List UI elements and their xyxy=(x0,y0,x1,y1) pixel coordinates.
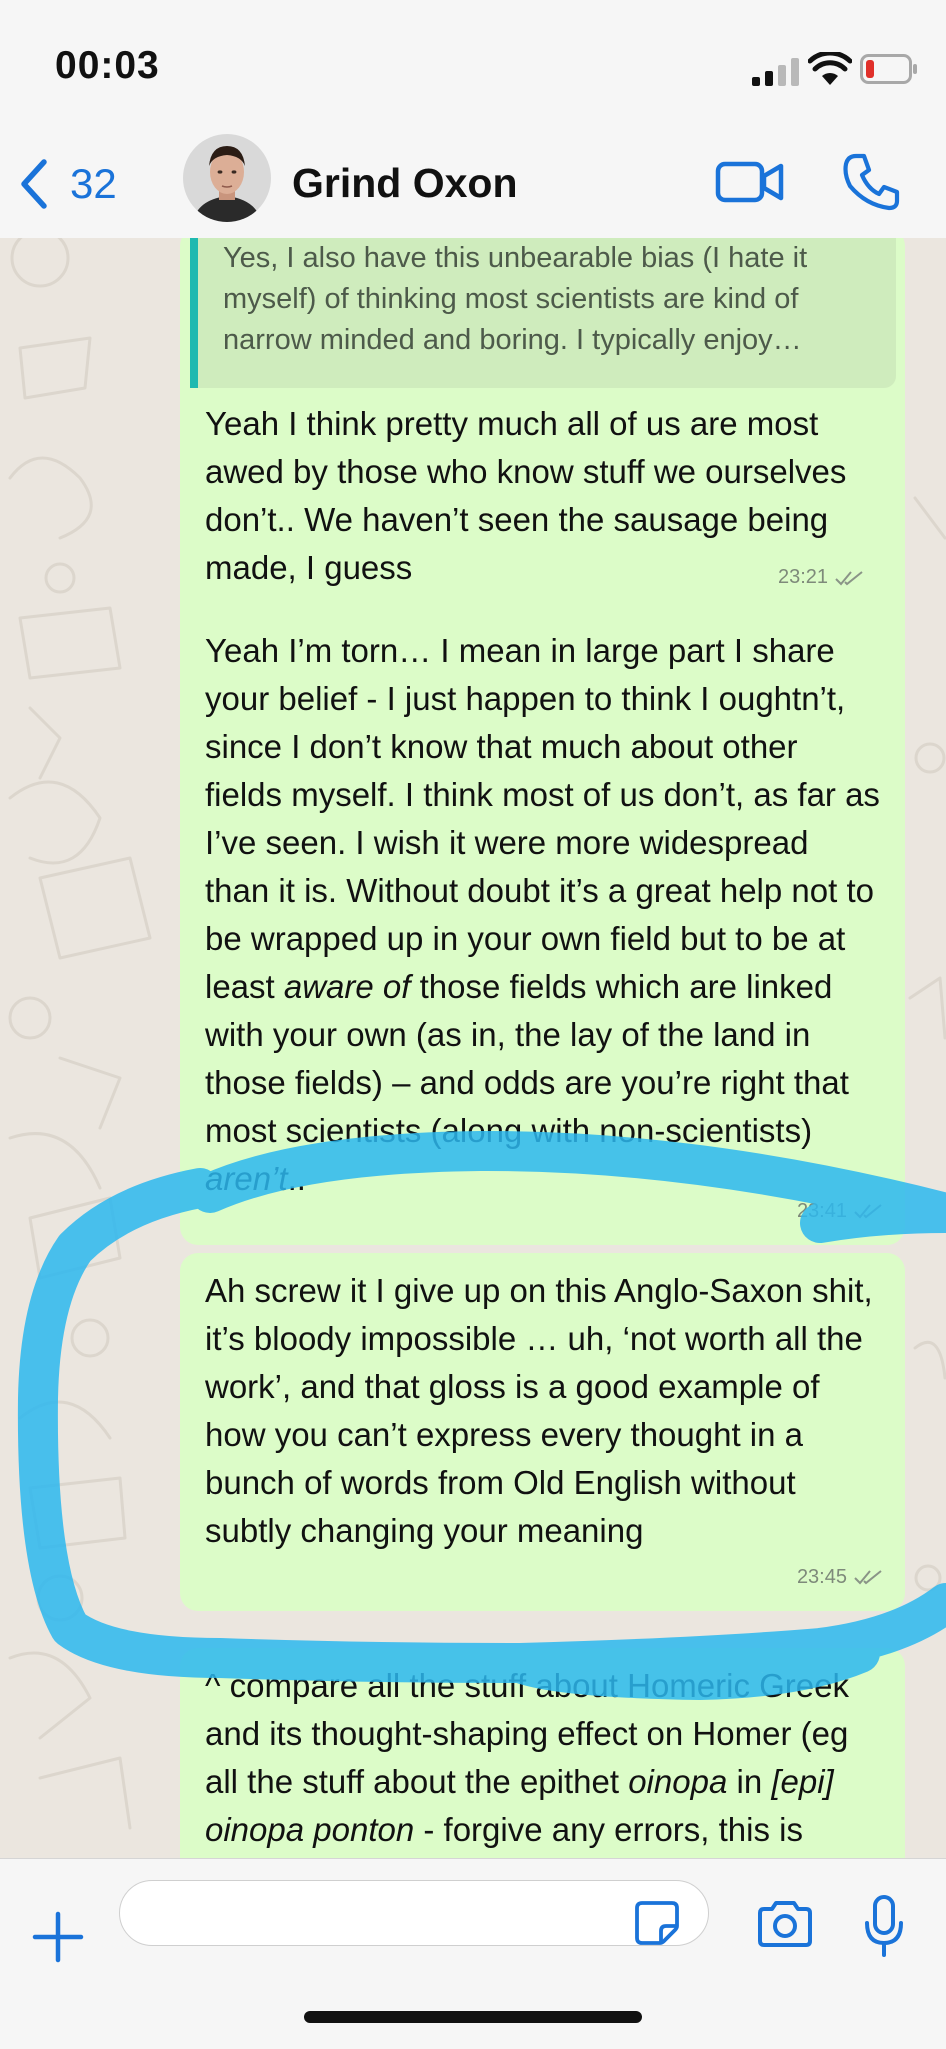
message-text-part: .. xyxy=(287,1160,306,1197)
microphone-icon[interactable] xyxy=(864,1895,904,1957)
message-input-bar xyxy=(0,1858,946,2049)
message-input[interactable] xyxy=(119,1880,709,1946)
quoted-message[interactable]: Yes, I also have this unbearable bias (I… xyxy=(190,238,896,388)
home-indicator xyxy=(304,2011,642,2023)
contact-avatar[interactable] xyxy=(183,134,271,222)
message-italic: aren’t xyxy=(205,1160,288,1197)
message-italic: aware of xyxy=(283,968,411,1005)
back-button[interactable]: 32 xyxy=(18,156,117,212)
message-text-part: Yeah I’m torn… I mean in large part I sh… xyxy=(205,632,880,1005)
message-time: 23:21 xyxy=(778,566,829,588)
read-receipt-icon xyxy=(854,1570,882,1585)
message-italic: oinopa xyxy=(628,1763,728,1800)
cellular-signal-icon xyxy=(752,58,799,86)
wifi-icon xyxy=(808,52,852,85)
message-meta: 23:41 xyxy=(797,1187,883,1235)
unread-count: 32 xyxy=(70,160,117,207)
quoted-message-text: Yes, I also have this unbearable bias (I… xyxy=(223,242,808,356)
read-receipt-icon xyxy=(835,570,863,585)
phone-call-icon[interactable] xyxy=(842,152,900,212)
message-bubble-text: Yeah I think pretty much all of us are m… xyxy=(180,400,905,586)
sticker-icon[interactable] xyxy=(634,1900,680,1946)
chat-area[interactable]: Yes, I also have this unbearable bias (I… xyxy=(0,238,946,1858)
video-call-icon[interactable] xyxy=(715,154,785,210)
message-time: 23:41 xyxy=(796,1200,847,1222)
message-text: Ah screw it I give up on this Anglo-Saxo… xyxy=(205,1272,873,1549)
message-bubble[interactable]: Ah screw it I give up on this Anglo-Saxo… xyxy=(180,1253,905,1611)
avatar-photo xyxy=(183,134,271,222)
status-bar: 00:03 xyxy=(0,0,946,130)
message-meta: 23:45 xyxy=(797,1553,883,1601)
attach-plus-icon[interactable] xyxy=(32,1911,84,1963)
read-receipt-icon xyxy=(854,1204,882,1219)
message-bubble[interactable]: Yeah I’m torn… I mean in large part I sh… xyxy=(180,613,905,1245)
status-time: 00:03 xyxy=(55,44,160,87)
camera-icon[interactable] xyxy=(756,1899,814,1949)
chevron-left-icon xyxy=(21,159,47,209)
battery-icon xyxy=(860,54,917,84)
message-text-part: in xyxy=(727,1763,772,1800)
chat-header: 32 Grind Oxon xyxy=(0,130,946,239)
message-meta: 23:21 xyxy=(778,566,864,589)
message-bubble[interactable]: ^ compare all the stuff about Homeric Gr… xyxy=(180,1648,905,1858)
message-time: 23:45 xyxy=(796,1566,847,1588)
contact-name[interactable]: Grind Oxon xyxy=(292,160,518,207)
